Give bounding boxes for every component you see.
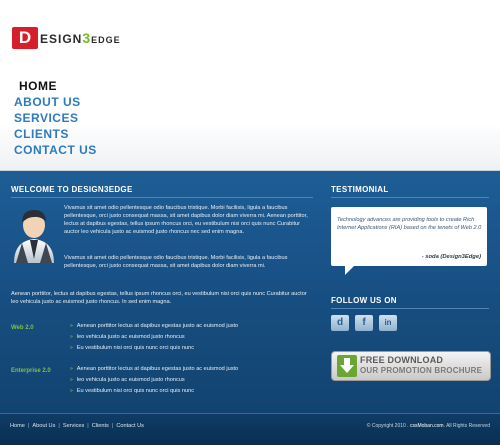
separator: | [58, 423, 60, 429]
list-item: » Aenean porttitor lectus at dapibus eges… [70, 323, 239, 329]
copyright: © Copyright 2010 . cssMoban.com. All Rig… [367, 423, 490, 429]
welcome-divider [11, 197, 313, 198]
digg-icon[interactable]: d [331, 315, 349, 331]
header: D ESIGN3EDGE HOME ABOUT US SERVICES CLIE… [0, 0, 500, 171]
footer-link-home[interactable]: Home [10, 423, 25, 429]
separator: | [27, 423, 30, 429]
footer-link-services[interactable]: Services [63, 423, 84, 429]
user-avatar-icon [14, 210, 54, 263]
enterprise-2-label: Enterprise 2.0 [11, 368, 51, 374]
nav-clients[interactable]: CLIENTS [14, 126, 97, 142]
footer-link-contact-us[interactable]: Contact Us [116, 423, 144, 429]
web-2-label: Web 2.0 [11, 325, 34, 331]
download-line-1: FREE DOWNLOAD [360, 355, 444, 365]
download-line-2: OUR PROMOTION BROCHURE [360, 366, 483, 375]
list-item: » leo vehicula justo ac euismod justo rho… [70, 377, 185, 383]
testimonial-bubble: Technology advances are providing tools … [331, 207, 487, 275]
arrow-icon: » [70, 345, 73, 351]
logo-text: ESIGN3EDGE [40, 30, 121, 46]
main-nav: HOME ABOUT US SERVICES CLIENTS CONTACT U… [14, 78, 97, 158]
welcome-paragraph-2: Vivamus sit amet odio pellentesque odio … [64, 255, 288, 269]
arrow-icon: » [70, 334, 73, 340]
list-item: » Aenean porttitor lectus at dapibus eges… [70, 366, 239, 372]
welcome-title: WELCOME TO DESIGN3EDGE [11, 185, 133, 194]
list-item: » Eu vestibulum nisi orci quis nunc orci … [70, 388, 194, 394]
logo[interactable]: D ESIGN3EDGE [12, 27, 121, 49]
main-content: WELCOME TO DESIGN3EDGE Vivamus sit amet … [0, 175, 500, 410]
nav-about-us[interactable]: ABOUT US [14, 94, 97, 110]
footer-nav: Home | About Us | Services | Clients | Contact U… [10, 423, 144, 429]
arrow-icon: » [70, 377, 73, 383]
testimonial-text: Technology advances are providing tools … [337, 217, 482, 231]
logo-mark: D [12, 27, 38, 49]
linkedin-icon[interactable]: in [379, 315, 397, 331]
footer-link-about-us[interactable]: About Us [32, 423, 55, 429]
list-item: » leo vehicula justo ac euismod justo rho… [70, 334, 185, 340]
follow-divider [331, 308, 489, 309]
web-2-list: » Aenean porttitor lectus at dapibus eges… [70, 321, 238, 354]
welcome-paragraph-3: Aenean porttitor, lectus at dapibus eges… [11, 291, 307, 305]
copyright-text: © Copyright 2010 . [366, 423, 409, 429]
copyright-site-link[interactable]: cssMoban.com [410, 423, 444, 429]
testimonial-author: - soda (Design3Edge) [421, 254, 481, 260]
separator: | [87, 423, 89, 429]
download-brochure-button[interactable]: FREE DOWNLOAD OUR PROMOTION BROCHURE [331, 351, 491, 381]
nav-home[interactable]: HOME [19, 78, 97, 94]
arrow-icon: » [70, 388, 73, 394]
rights-text: . All Rights Reserved [443, 423, 490, 429]
page: D ESIGN3EDGE HOME ABOUT US SERVICES CLIE… [0, 0, 500, 445]
welcome-paragraph-1: Vivamus sit amet odio pellentesque odio … [64, 205, 308, 235]
footer-link-clients[interactable]: Clients [92, 423, 109, 429]
enterprise-2-list: » Aenean porttitor lectus at dapibus eges… [70, 364, 238, 397]
footer: Home | About Us | Services | Clients | Contact U… [0, 413, 500, 445]
nav-contact-us[interactable]: CONTACT US [14, 142, 97, 158]
list-item: » Eu vestibulum nisi orci quis nunc orci … [70, 345, 194, 351]
testimonial-title: TESTIMONIAL [331, 185, 389, 194]
download-arrow-icon [337, 355, 357, 377]
arrow-icon: » [70, 366, 73, 372]
testimonial-divider [331, 197, 489, 198]
follow-title: FOLLOW US ON [331, 296, 397, 305]
arrow-icon: » [70, 323, 73, 329]
separator: | [111, 423, 114, 429]
facebook-icon[interactable]: f [355, 315, 373, 331]
nav-services[interactable]: SERVICES [14, 110, 97, 126]
